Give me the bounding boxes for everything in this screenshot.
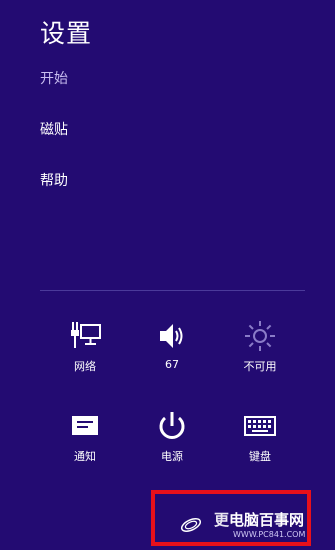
keyboard-label: 键盘 [249,450,271,463]
page-title: 设置 [40,19,93,48]
power-icon [159,412,185,439]
watermark: 更电脑百事网 [176,509,304,530]
volume-tile[interactable]: 67 [142,318,202,371]
divider [40,290,305,291]
brightness-label: 不可用 [243,360,277,373]
keyboard-tile[interactable]: 键盘 [230,408,290,464]
volume-icon [160,324,183,348]
notifications-tile[interactable]: 通知 [55,408,115,464]
network-label: 网络 [74,360,96,373]
brightness-tile[interactable]: 不可用 [230,318,290,374]
network-monitor-icon [71,322,101,348]
notifications-icon [72,416,98,435]
watermark-prefix: 更 [214,511,230,529]
network-tile[interactable]: 网络 [55,318,115,374]
brightness-icon [245,321,275,351]
menu-item-tiles[interactable]: 磁贴 [40,119,68,139]
menu-item-start[interactable]: 开始 [40,68,68,88]
notifications-label: 通知 [74,450,96,463]
settings-charm-panel: 设置 开始 磁贴 帮助 网络 67 不可用 通知 电源 键盘 更电脑百事网 WW… [0,0,335,550]
volume-level: 67 [165,358,179,371]
power-label: 电源 [161,450,183,463]
power-tile[interactable]: 电源 [142,408,202,464]
watermark-text: 电脑百事网 [229,511,305,529]
watermark-url: WWW.PC841.COM [233,530,306,539]
menu-item-help[interactable]: 帮助 [40,170,68,190]
keyboard-icon [244,416,276,436]
